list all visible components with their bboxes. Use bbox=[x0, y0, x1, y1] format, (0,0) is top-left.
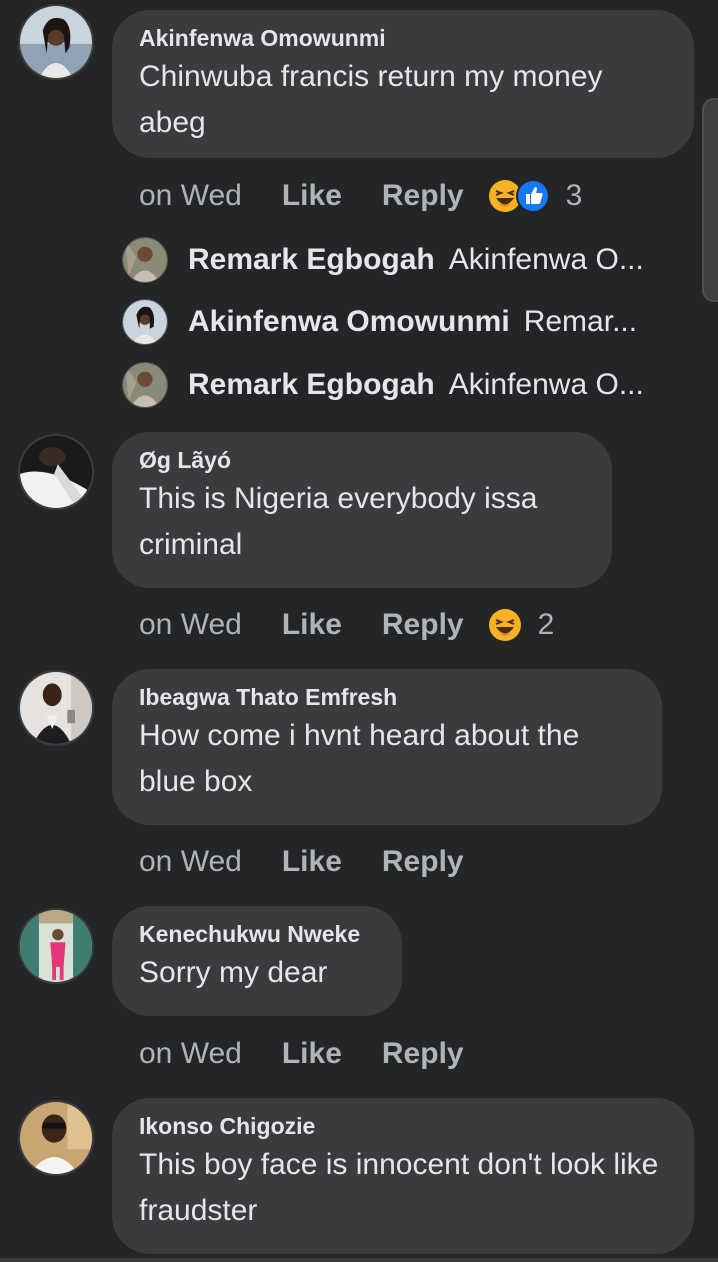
comment-text: This boy face is innocent don't look lik… bbox=[139, 1148, 659, 1227]
comment-bubble[interactable]: Kenechukwu Nweke Sorry my dear bbox=[112, 906, 402, 1016]
like-button[interactable]: Like bbox=[282, 608, 342, 642]
like-button[interactable]: Like bbox=[282, 845, 342, 879]
comment-bubble[interactable]: Øg Lãyó This is Nigeria everybody issa c… bbox=[112, 432, 612, 588]
comment-text: How come i hvnt heard about the blue box bbox=[139, 719, 580, 798]
bottom-divider bbox=[0, 1258, 718, 1262]
avatar-photo-icon bbox=[123, 363, 167, 407]
comment-actions: on Wed Like Reply bbox=[139, 1034, 504, 1074]
reaction-summary[interactable]: 3 bbox=[488, 179, 583, 213]
avatar-photo-icon bbox=[20, 436, 92, 508]
reply-item[interactable]: Akinfenwa Omowunmi Remar... bbox=[122, 298, 682, 346]
avatar-photo-icon bbox=[20, 6, 92, 78]
comment-bubble[interactable]: Akinfenwa Omowunmi Chinwuba francis retu… bbox=[112, 10, 694, 158]
reply-button[interactable]: Reply bbox=[382, 845, 464, 879]
avatar-photo-icon bbox=[20, 910, 92, 982]
comment-time[interactable]: on Wed bbox=[139, 608, 242, 642]
comment-text: This is Nigeria everybody issa criminal bbox=[139, 482, 538, 561]
avatar-photo-icon bbox=[20, 672, 92, 744]
reply-author: Remark Egbogah bbox=[188, 243, 435, 276]
reply-preview: Remar... bbox=[523, 305, 638, 338]
reply-avatar bbox=[122, 362, 168, 408]
comment-actions: on Wed Like Reply 3 bbox=[139, 176, 582, 216]
comment-author[interactable]: Akinfenwa Omowunmi bbox=[139, 24, 666, 52]
comment-text: Sorry my dear bbox=[139, 956, 328, 989]
avatar[interactable] bbox=[18, 4, 94, 80]
comment-time[interactable]: on Wed bbox=[139, 1037, 242, 1071]
comment-time[interactable]: on Wed bbox=[139, 179, 242, 213]
comment-bubble[interactable]: Ibeagwa Thato Emfresh How come i hvnt he… bbox=[112, 669, 662, 825]
comment-author[interactable]: Ibeagwa Thato Emfresh bbox=[139, 683, 634, 711]
reaction-summary[interactable]: 2 bbox=[488, 608, 555, 642]
comment-author[interactable]: Kenechukwu Nweke bbox=[139, 920, 374, 948]
reply-item[interactable]: Remark Egbogah Akinfenwa O... bbox=[122, 236, 682, 284]
reply-button[interactable]: Reply bbox=[382, 608, 464, 642]
avatar[interactable] bbox=[18, 434, 94, 510]
avatar[interactable] bbox=[18, 908, 94, 984]
reply-avatar bbox=[122, 237, 168, 283]
reply-button[interactable]: Reply bbox=[382, 179, 464, 213]
comment-author[interactable]: Øg Lãyó bbox=[139, 446, 584, 474]
reply-item[interactable]: Remark Egbogah Akinfenwa O... bbox=[122, 361, 682, 409]
reply-author: Remark Egbogah bbox=[188, 368, 435, 401]
comment-text: Chinwuba francis return my money abeg bbox=[139, 60, 603, 139]
like-icon bbox=[515, 179, 550, 213]
avatar[interactable] bbox=[18, 670, 94, 746]
comment-actions: on Wed Like Reply 2 bbox=[139, 605, 554, 645]
comment-bubble[interactable]: Ikonso Chigozie This boy face is innocen… bbox=[112, 1098, 694, 1254]
reply-button[interactable]: Reply bbox=[382, 1037, 464, 1071]
reply-preview: Akinfenwa O... bbox=[448, 368, 644, 401]
avatar-photo-icon bbox=[123, 238, 167, 282]
reaction-count: 3 bbox=[565, 179, 583, 212]
like-button[interactable]: Like bbox=[282, 1037, 342, 1071]
avatar-photo-icon bbox=[123, 300, 167, 344]
scrollbar-thumb[interactable] bbox=[702, 98, 718, 302]
avatar-photo-icon bbox=[20, 1102, 92, 1174]
reaction-count: 2 bbox=[537, 608, 555, 641]
comment-actions: on Wed Like Reply bbox=[139, 842, 504, 882]
like-button[interactable]: Like bbox=[282, 179, 342, 213]
avatar[interactable] bbox=[18, 1100, 94, 1176]
reply-preview: Akinfenwa O... bbox=[448, 243, 644, 276]
reply-avatar bbox=[122, 299, 168, 345]
comment-author[interactable]: Ikonso Chigozie bbox=[139, 1112, 666, 1140]
haha-icon bbox=[488, 608, 522, 642]
reply-author: Akinfenwa Omowunmi bbox=[188, 305, 510, 338]
comment-time[interactable]: on Wed bbox=[139, 845, 242, 879]
